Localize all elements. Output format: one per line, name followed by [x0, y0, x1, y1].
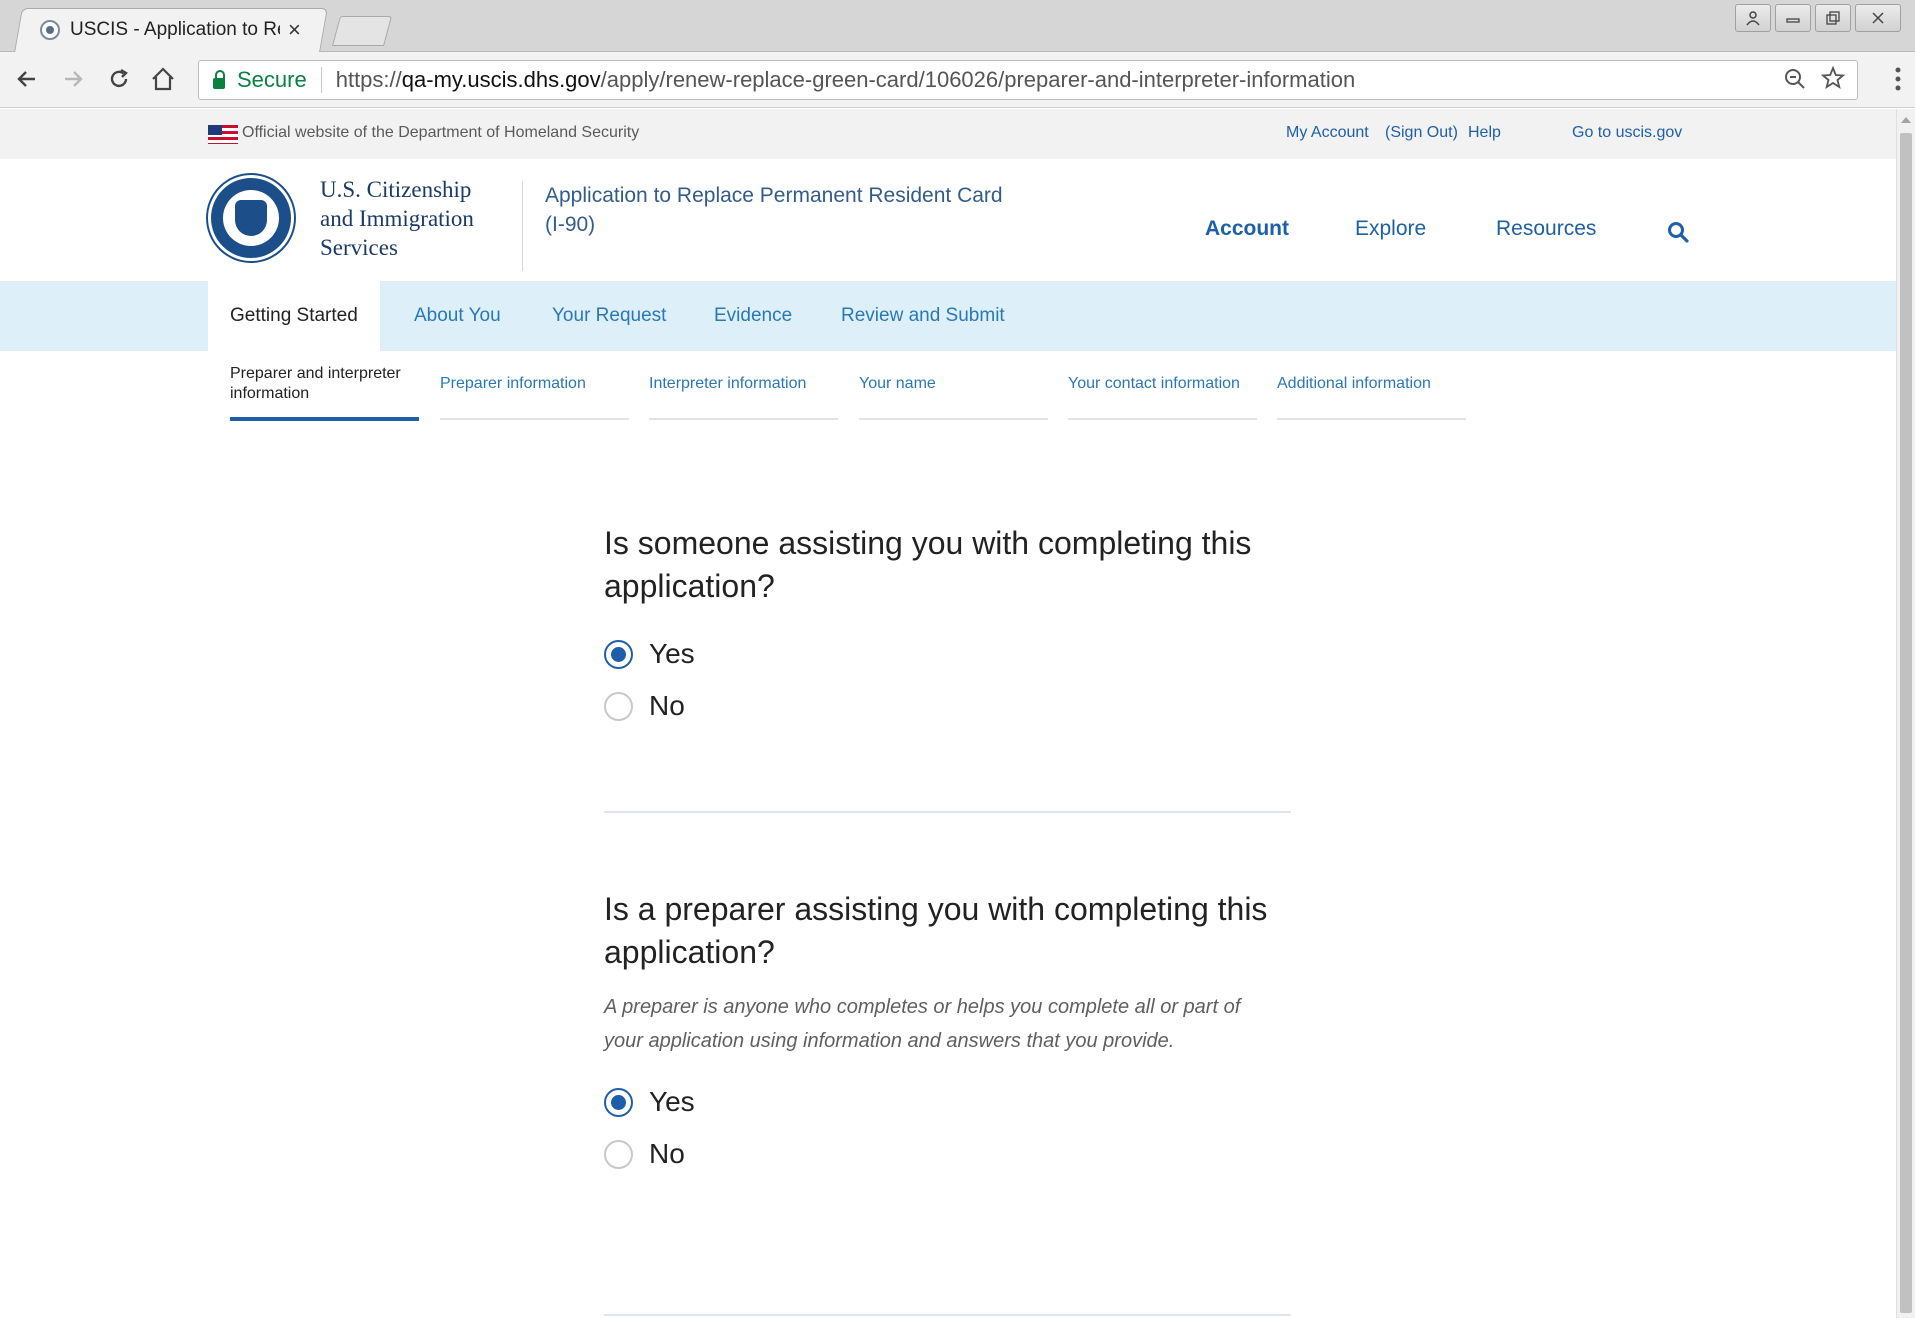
step-navigation: Getting Started About You Your Request E… — [0, 281, 1896, 351]
substep-additional-info[interactable]: Additional information — [1277, 374, 1487, 420]
nav-resources[interactable]: Resources — [1496, 217, 1596, 241]
tab-close-icon[interactable]: × — [288, 17, 301, 43]
radio-label-no: No — [649, 690, 685, 721]
nav-explore[interactable]: Explore — [1355, 217, 1426, 241]
substep-label: Your name — [859, 375, 936, 392]
radio-group: Yes No — [604, 1076, 1304, 1180]
reload-icon[interactable] — [102, 62, 136, 96]
header-divider — [522, 181, 523, 271]
lock-icon — [213, 69, 225, 89]
substep-underline — [230, 417, 419, 421]
window-controls — [1735, 4, 1901, 32]
minimize-icon[interactable] — [1775, 4, 1811, 32]
restore-icon[interactable] — [1815, 4, 1851, 32]
step-about-you[interactable]: About You — [392, 281, 523, 351]
profile-icon[interactable] — [1735, 4, 1771, 32]
step-evidence[interactable]: Evidence — [692, 281, 814, 351]
nav-account[interactable]: Account — [1205, 217, 1289, 241]
substep-label: Preparer information — [440, 375, 586, 392]
go-to-uscis-link[interactable]: Go to uscis.gov — [1572, 124, 1682, 142]
radio-option-no[interactable]: No — [604, 680, 1304, 732]
radio-button-selected[interactable] — [604, 639, 633, 669]
radio-label-no: No — [649, 1138, 685, 1169]
substep-underline — [440, 418, 629, 420]
official-website-text: Official website of the Department of Ho… — [242, 124, 640, 141]
radio-button[interactable] — [604, 691, 633, 721]
radio-option-yes[interactable]: Yes — [604, 628, 1304, 680]
substep-label: Additional information — [1277, 375, 1431, 392]
official-gov-banner: Official website of the Department of Ho… — [0, 109, 1896, 159]
page-scrollbar[interactable] — [1896, 109, 1915, 1318]
scroll-up-arrow-icon[interactable] — [1901, 117, 1911, 123]
uscis-favicon-icon — [40, 20, 60, 40]
radio-button-selected[interactable] — [604, 1087, 633, 1117]
substep-underline — [649, 418, 838, 420]
close-window-icon[interactable] — [1855, 4, 1901, 32]
substep-underline — [1068, 418, 1257, 420]
radio-option-no[interactable]: No — [604, 1128, 1304, 1180]
agency-line-2: and Immigration — [320, 206, 474, 231]
radio-label-yes: Yes — [649, 1086, 695, 1117]
substep-contact-info[interactable]: Your contact information — [1068, 374, 1258, 420]
substep-underline — [859, 418, 1048, 420]
substep-preparer-interpreter-info[interactable]: Preparer and interpreter information — [230, 364, 420, 421]
substep-your-name[interactable]: Your name — [859, 374, 1049, 420]
radio-option-yes[interactable]: Yes — [604, 1076, 1304, 1128]
question-text: Is someone assisting you with completing… — [604, 525, 1252, 604]
step-your-request[interactable]: Your Request — [530, 281, 688, 351]
new-tab-button[interactable] — [331, 16, 393, 46]
question-someone-assisting: Is someone assisting you with completing… — [604, 522, 1304, 732]
substep-interpreter-info[interactable]: Interpreter information — [649, 374, 839, 420]
agency-line-3: Services — [320, 235, 398, 260]
preparer-help-text: A preparer is anyone who completes or he… — [604, 996, 1241, 1052]
omnibox-icons — [1783, 65, 1846, 100]
help-link[interactable]: Help — [1468, 124, 1501, 142]
agency-name[interactable]: U.S. Citizenship and Immigration Service… — [320, 175, 500, 262]
substep-preparer-info[interactable]: Preparer information — [440, 374, 630, 420]
question-text: Is a preparer assisting you with complet… — [604, 891, 1268, 970]
my-account-link[interactable]: My Account — [1286, 124, 1369, 142]
application-title: Application to Replace Permanent Residen… — [545, 184, 1003, 236]
dhs-seal-logo[interactable] — [208, 175, 294, 261]
sign-out-link[interactable]: (Sign Out) — [1385, 124, 1458, 142]
radio-group: Yes No — [604, 628, 1304, 732]
browser-titlebar: USCIS - Application to Re × — [0, 0, 1915, 52]
home-icon[interactable] — [146, 62, 180, 96]
browser-toolbar: Secure https://qa-my.uscis.dhs.gov/apply… — [0, 52, 1915, 108]
back-arrow-icon[interactable] — [10, 62, 44, 96]
radio-button[interactable] — [604, 1139, 633, 1169]
section-divider — [604, 1314, 1291, 1316]
url-text: https://qa-my.uscis.dhs.gov/apply/renew-… — [336, 67, 1355, 93]
browser-tab[interactable]: USCIS - Application to Re × — [28, 8, 318, 52]
section-divider — [604, 811, 1291, 813]
substep-label: Preparer and interpreter information — [230, 365, 401, 402]
substep-underline — [1277, 418, 1466, 420]
radio-label-yes: Yes — [649, 638, 695, 669]
question-preparer-assisting: Is a preparer assisting you with complet… — [604, 888, 1304, 1180]
address-bar[interactable]: Secure https://qa-my.uscis.dhs.gov/apply… — [198, 60, 1858, 100]
zoom-icon[interactable] — [1783, 65, 1807, 100]
search-icon[interactable] — [1667, 221, 1689, 243]
bookmark-star-icon[interactable] — [1820, 65, 1846, 100]
page-viewport: Official website of the Department of Ho… — [0, 109, 1896, 1318]
us-flag-icon — [208, 125, 238, 144]
scrollbar-thumb[interactable] — [1900, 133, 1912, 1313]
substep-label: Your contact information — [1068, 375, 1240, 392]
url-scheme: https:// — [335, 67, 402, 92]
tab-title: USCIS - Application to Re — [70, 19, 280, 40]
forward-arrow-icon[interactable] — [56, 62, 90, 96]
site-header: U.S. Citizenship and Immigration Service… — [0, 159, 1896, 281]
url-host: qa-my.uscis.dhs.gov — [401, 67, 601, 92]
address-separator — [320, 67, 322, 93]
url-path: /apply/renew-replace-green-card/106026/p… — [600, 67, 1356, 92]
step-review-and-submit[interactable]: Review and Submit — [819, 281, 1027, 351]
substep-navigation: Preparer and interpreter information Pre… — [0, 351, 1896, 431]
substep-label: Interpreter information — [649, 375, 807, 392]
browser-menu-icon[interactable] — [1895, 66, 1901, 95]
step-getting-started[interactable]: Getting Started — [208, 281, 380, 351]
agency-line-1: U.S. Citizenship — [320, 177, 472, 202]
secure-label: Secure — [237, 67, 307, 92]
